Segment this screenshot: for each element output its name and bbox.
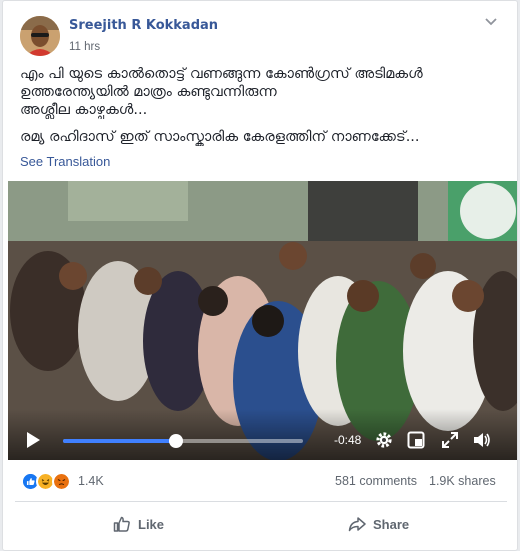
post-text-line: രമ്യ രഹിദാസ് ഇത് സാംസ്കാരിക കേരളത്തിന് ന… [20, 129, 420, 145]
see-translation-link[interactable]: See Translation [20, 154, 110, 169]
chevron-down-icon[interactable] [484, 16, 498, 28]
video-time-remaining: -0:48 [334, 433, 362, 447]
video-progress-fill [63, 439, 176, 443]
author-avatar[interactable] [20, 16, 60, 56]
volume-icon[interactable] [473, 431, 491, 449]
share-icon [348, 517, 366, 532]
share-button[interactable]: Share [348, 507, 409, 541]
comments-count[interactable]: 581 comments [335, 474, 417, 488]
settings-icon[interactable] [375, 431, 393, 449]
video-player[interactable]: -0:48 [8, 181, 517, 460]
post-text-line: എം പി യുടെ കാല്‍തൊട്ട് വണങ്ങുന്ന കോണ്‍ഗ്… [20, 66, 423, 82]
thumbs-up-icon [113, 516, 130, 532]
play-icon[interactable] [25, 431, 41, 449]
post-message: എം പി യുടെ കാല്‍തൊട്ട് വണങ്ങുന്ന കോണ്‍ഗ്… [20, 65, 510, 146]
post-text-line: ഉത്തരേന്ത്യയില്‍ മാത്രം കണ്ടുവന്നിരുന്ന [20, 84, 277, 100]
engagement-stats: 1.4K 581 comments 1.9K shares [3, 468, 519, 498]
post-timestamp[interactable]: 11 hrs [69, 41, 100, 53]
post-text-line: അശ്ലീല കാഴ്ചകള്‍... [20, 102, 148, 118]
angry-icon [52, 472, 71, 491]
fullscreen-icon[interactable] [441, 431, 459, 449]
divider [15, 501, 507, 502]
video-controls: -0:48 [8, 409, 517, 460]
shares-count[interactable]: 1.9K shares [429, 474, 496, 488]
video-progress-handle[interactable] [168, 434, 183, 448]
like-button[interactable]: Like [113, 507, 164, 541]
share-label: Share [373, 516, 410, 532]
like-label: Like [138, 516, 165, 532]
video-progress-bar[interactable] [63, 434, 303, 448]
author-name[interactable]: Sreejith R Kokkadan [69, 18, 218, 33]
minimize-icon[interactable] [407, 431, 425, 449]
post-card: Sreejith R Kokkadan 11 hrs എം പി യുടെ കാ… [2, 0, 518, 551]
reactions-count[interactable]: 1.4K [78, 474, 104, 488]
